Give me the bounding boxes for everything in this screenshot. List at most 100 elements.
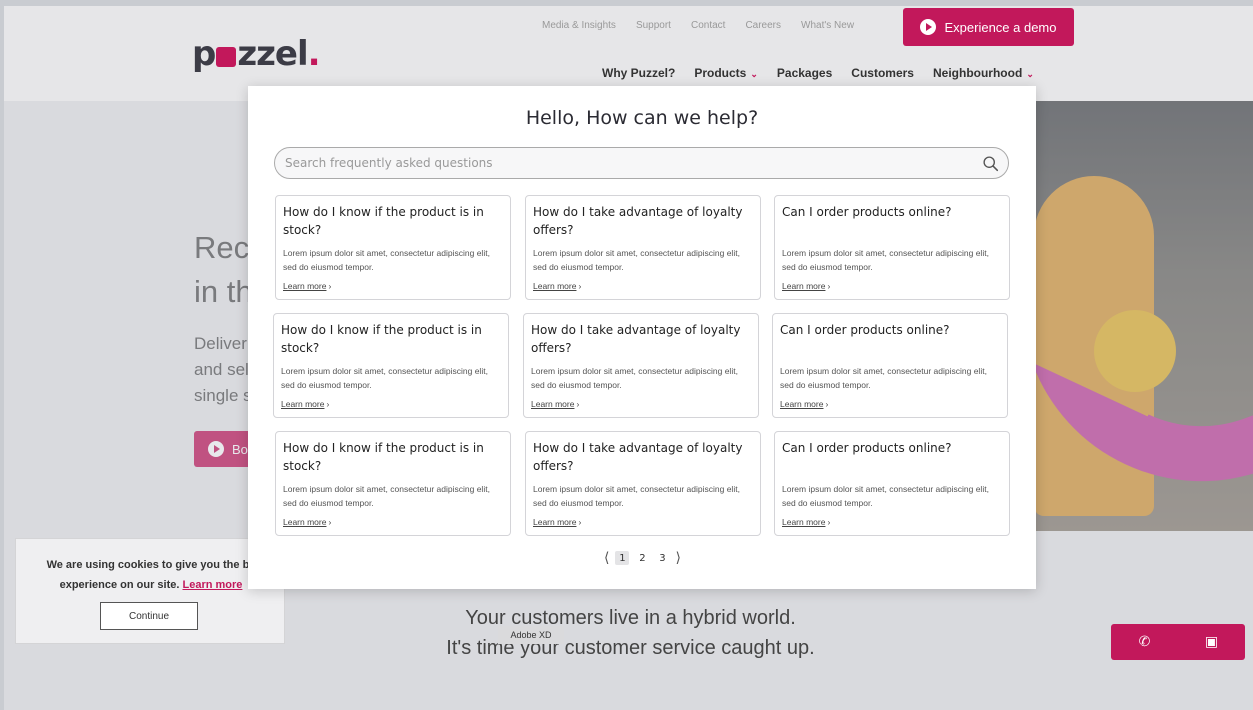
chevron-right-icon: ›: [328, 517, 332, 527]
phone-icon[interactable]: ✆: [1111, 624, 1178, 660]
faq-card[interactable]: How do I take advantage of loyalty offer…: [525, 195, 761, 300]
faq-card[interactable]: How do I take advantage of loyalty offer…: [525, 431, 761, 536]
faq-card[interactable]: How do I know if the product is in stock…: [275, 195, 511, 300]
learn-more-link[interactable]: Learn more ›: [533, 517, 581, 527]
faq-answer: Lorem ipsum dolor sit amet, consectetur …: [531, 366, 738, 390]
cookie-text-line2: experience on our site. Learn more: [16, 575, 286, 595]
contact-widget: ✆ ▣: [1111, 624, 1245, 660]
faq-question: Can I order products online?: [782, 441, 952, 455]
faq-search-box: [274, 147, 1009, 179]
search-icon[interactable]: [982, 155, 999, 172]
faq-card[interactable]: Can I order products online? Lorem ipsum…: [774, 195, 1010, 300]
faq-card[interactable]: How do I take advantage of loyalty offer…: [523, 313, 759, 418]
learn-more-link[interactable]: Learn more ›: [531, 399, 579, 409]
adobe-xd-badge: Adobe XD: [498, 626, 564, 644]
faq-answer: Lorem ipsum dolor sit amet, consectetur …: [782, 484, 989, 508]
hero-heading-line2: in th: [194, 274, 253, 309]
learn-more-label: Learn more: [281, 399, 325, 409]
top-link-contact[interactable]: Contact: [691, 20, 725, 31]
faq-card[interactable]: How do I know if the product is in stock…: [273, 313, 509, 418]
faq-question: How do I take advantage of loyalty offer…: [533, 205, 743, 237]
hero-cta-label: Bo: [232, 441, 248, 457]
pagination: ⟨ 1 2 3 ⟩: [604, 550, 681, 566]
nav-label: Packages: [776, 66, 833, 80]
modal-title: Hello, How can we help?: [525, 107, 759, 129]
chevron-right-icon: ›: [578, 517, 582, 527]
main-nav: Why Puzzel? Products ⌄ Packages Customers…: [602, 66, 1034, 80]
cookie-text-line1: We are using cookies to give you the be: [46, 559, 256, 571]
top-link-whats-new[interactable]: What's New: [801, 20, 854, 31]
learn-more-label: Learn more: [782, 517, 826, 527]
chevron-right-icon[interactable]: ⟩: [675, 550, 680, 566]
puzzel-logo[interactable]: p zzel.: [192, 34, 321, 74]
play-icon: [208, 441, 224, 457]
nav-label: Customers: [851, 66, 914, 80]
faq-answer: Lorem ipsum dolor sit amet, consectetur …: [283, 484, 490, 508]
learn-more-link[interactable]: Learn more ›: [283, 517, 331, 527]
faq-card[interactable]: Can I order products online? Lorem ipsum…: [774, 431, 1010, 536]
page-2-button[interactable]: 2: [635, 551, 649, 565]
faq-question: Can I order products online?: [780, 323, 950, 337]
hero-heading-line1: Rec: [194, 230, 250, 265]
hero-paragraph-line3: single s: [194, 386, 252, 405]
faq-question: How do I know if the product is in stock…: [281, 323, 482, 355]
faq-card[interactable]: How do I know if the product is in stock…: [275, 431, 511, 536]
faq-question: How do I know if the product is in stock…: [283, 205, 484, 237]
nav-label: Products: [694, 66, 747, 80]
faq-answer: Lorem ipsum dolor sit amet, consectetur …: [281, 366, 488, 390]
nav-customers[interactable]: Customers: [851, 66, 914, 80]
chevron-left-icon[interactable]: ⟨: [604, 550, 609, 566]
learn-more-label: Learn more: [531, 399, 575, 409]
learn-more-link[interactable]: Learn more ›: [782, 517, 830, 527]
logo-cube-icon: [216, 47, 237, 67]
learn-more-link[interactable]: Learn more ›: [780, 399, 828, 409]
nav-label: Neighbourhood: [932, 66, 1023, 80]
chevron-right-icon: ›: [576, 399, 580, 409]
faq-question: How do I know if the product is in stock…: [283, 441, 484, 473]
chevron-down-icon: ⌄: [1026, 69, 1034, 79]
learn-more-label: Learn more: [283, 517, 327, 527]
nav-products[interactable]: Products ⌄: [694, 66, 758, 80]
chevron-right-icon: ›: [827, 517, 831, 527]
cookie-message: We are using cookies to give you the be …: [16, 555, 286, 595]
faq-card[interactable]: Can I order products online? Lorem ipsum…: [772, 313, 1008, 418]
nav-why-puzzel[interactable]: Why Puzzel?: [602, 66, 675, 80]
chevron-right-icon: ›: [827, 281, 831, 291]
faq-question: How do I take advantage of loyalty offer…: [533, 441, 743, 473]
page-3-button[interactable]: 3: [655, 551, 669, 565]
play-icon: [920, 19, 937, 35]
chevron-right-icon: ›: [326, 399, 330, 409]
learn-more-link[interactable]: Learn more ›: [283, 281, 331, 291]
utility-links: Media & Insights Support Contact Careers…: [542, 20, 854, 31]
nav-label: Why Puzzel?: [602, 66, 676, 80]
learn-more-link[interactable]: Learn more ›: [281, 399, 329, 409]
faq-answer: Lorem ipsum dolor sit amet, consectetur …: [782, 248, 989, 272]
tagline-line1: Your customers live in a hybrid world.: [465, 607, 796, 629]
chevron-right-icon: ›: [578, 281, 582, 291]
faq-modal: Hello, How can we help? How do I know if…: [248, 86, 1036, 589]
faq-answer: Lorem ipsum dolor sit amet, consectetur …: [283, 248, 490, 272]
top-link-careers[interactable]: Careers: [745, 20, 781, 31]
chevron-right-icon: ›: [825, 399, 829, 409]
faq-answer: Lorem ipsum dolor sit amet, consectetur …: [533, 484, 740, 508]
tagline-line2: It's time your customer service caught u…: [446, 637, 815, 659]
nav-packages[interactable]: Packages: [777, 66, 832, 80]
cookie-text-line2-label: experience on our site.: [59, 579, 180, 591]
experience-demo-button[interactable]: Experience a demo: [903, 8, 1074, 46]
chat-icon[interactable]: ▣: [1178, 624, 1245, 660]
cookie-learn-more-link[interactable]: Learn more: [182, 579, 242, 591]
top-link-media[interactable]: Media & Insights: [542, 20, 616, 31]
chevron-right-icon: ›: [328, 281, 332, 291]
hero-paragraph-line2: and sel: [194, 360, 249, 379]
nav-neighbourhood[interactable]: Neighbourhood ⌄: [933, 66, 1034, 80]
learn-more-label: Learn more: [533, 517, 577, 527]
learn-more-link[interactable]: Learn more ›: [533, 281, 581, 291]
demo-button-label: Experience a demo: [944, 19, 1057, 35]
learn-more-link[interactable]: Learn more ›: [782, 281, 830, 291]
page-1-button[interactable]: 1: [615, 551, 630, 565]
faq-search-input[interactable]: [285, 148, 965, 178]
learn-more-label: Learn more: [782, 281, 826, 291]
top-link-support[interactable]: Support: [636, 20, 671, 31]
faq-answer: Lorem ipsum dolor sit amet, consectetur …: [780, 366, 987, 390]
learn-more-label: Learn more: [780, 399, 824, 409]
